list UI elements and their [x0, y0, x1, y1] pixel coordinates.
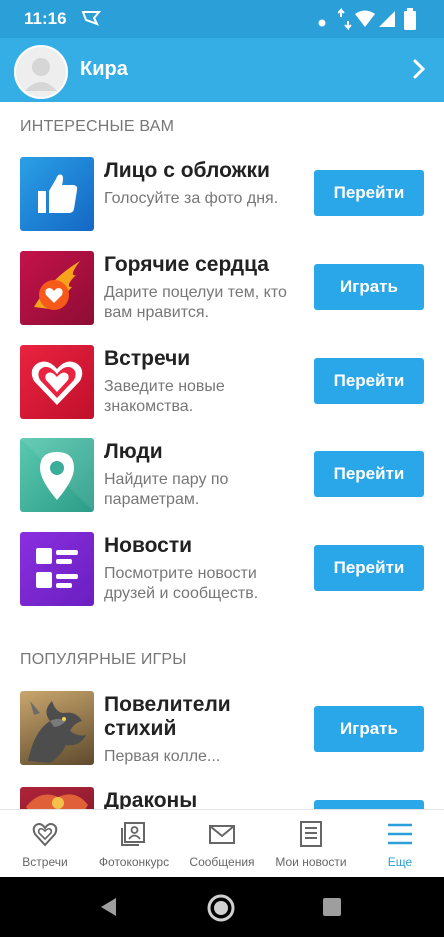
- status-time: 11:16: [24, 9, 67, 28]
- envelope-icon: [209, 825, 235, 844]
- item-title: Встречи: [104, 347, 191, 370]
- item-description: Первая колле...: [104, 748, 221, 765]
- list-item: Драконы: [0, 787, 444, 809]
- go-button[interactable]: Перейти: [314, 358, 424, 404]
- item-description: Заведите новые знакомства.: [104, 378, 225, 415]
- item-title: Лицо с обложки: [104, 159, 270, 182]
- go-button[interactable]: Перейти: [314, 170, 424, 216]
- menu-lines-icon: [388, 823, 412, 845]
- nav-label: Еще: [387, 855, 413, 869]
- nav-my-news[interactable]: Мои новости: [266, 810, 356, 878]
- list-item: Лицо с обложки Голосуйте за фото дня. Пе…: [0, 157, 444, 247]
- dragon-red-game-icon: [20, 787, 94, 809]
- item-description: Голосуйте за фото дня.: [104, 190, 279, 207]
- photo-portrait-icon: [121, 822, 145, 846]
- avatar[interactable]: [14, 45, 68, 99]
- status-bar: 11:16: [0, 0, 444, 38]
- play-button[interactable]: [314, 800, 424, 809]
- thumbs-up-icon: [20, 157, 94, 231]
- home-icon[interactable]: [206, 893, 236, 928]
- item-title: Драконы: [104, 789, 198, 809]
- list-item: Встречи Заведите новые знакомства. Перей…: [0, 345, 444, 435]
- section-title-interesting: ИНТЕРЕСНЫЕ ВАМ: [20, 118, 175, 135]
- recents-icon[interactable]: [322, 897, 342, 922]
- document-lines-icon: [300, 821, 322, 847]
- news-list-icon: [20, 532, 94, 606]
- wifi-icon: [354, 10, 376, 33]
- item-description: Дарите поцелуи тем, кто вам нравится.: [104, 284, 287, 321]
- dragon-game-icon: [20, 691, 94, 765]
- list-item: Повелители стихий Первая колле... Играть: [0, 691, 444, 781]
- play-button[interactable]: Играть: [314, 706, 424, 752]
- location-pin-icon: [20, 438, 94, 512]
- item-title: Новости: [104, 534, 193, 557]
- dot-icon: [318, 14, 326, 32]
- list-item: Люди Найдите пару по параметрам. Перейти: [0, 438, 444, 528]
- go-button[interactable]: Перейти: [314, 451, 424, 497]
- item-description: Найдите пару по параметрам.: [104, 471, 229, 508]
- profile-header[interactable]: Кира: [0, 38, 444, 102]
- nav-more[interactable]: Еще: [356, 810, 444, 878]
- section-title-popular-games: ПОПУЛЯРНЫЕ ИГРЫ: [20, 651, 187, 668]
- notification-icon: [80, 8, 102, 33]
- list-item: Новости Посмотрите новости друзей и сооб…: [0, 532, 444, 622]
- nav-label: Сообщения: [189, 855, 255, 869]
- nav-label: Фотоконкурс: [98, 855, 170, 869]
- heart-outline-icon: [32, 823, 58, 847]
- chevron-right-icon[interactable]: [412, 58, 426, 85]
- heart-icon: [20, 345, 94, 419]
- back-icon[interactable]: [98, 896, 120, 923]
- item-title: Горячие сердца: [104, 253, 269, 276]
- signal-icon: [378, 10, 396, 33]
- nav-label: Мои новости: [275, 855, 347, 869]
- go-button[interactable]: Перейти: [314, 545, 424, 591]
- item-description: Посмотрите новости друзей и сообществ.: [104, 565, 259, 602]
- item-title: Повелители стихий: [104, 693, 231, 740]
- nav-meetings[interactable]: Встречи: [0, 810, 90, 878]
- play-button[interactable]: Играть: [314, 264, 424, 310]
- flaming-heart-icon: [20, 251, 94, 325]
- nav-photo-contest[interactable]: Фотоконкурс: [90, 810, 178, 878]
- item-title: Люди: [104, 440, 163, 463]
- list-item: Горячие сердца Дарите поцелуи тем, кто в…: [0, 251, 444, 341]
- battery-icon: [404, 8, 416, 35]
- user-name: Кира: [80, 58, 128, 80]
- bottom-navigation: Встречи Фотоконкурс Сообщения Мои новост…: [0, 809, 444, 878]
- nav-label: Встречи: [22, 855, 68, 869]
- data-arrows-icon: [337, 7, 352, 35]
- nav-messages[interactable]: Сообщения: [178, 810, 266, 878]
- system-navigation-bar: [0, 877, 444, 937]
